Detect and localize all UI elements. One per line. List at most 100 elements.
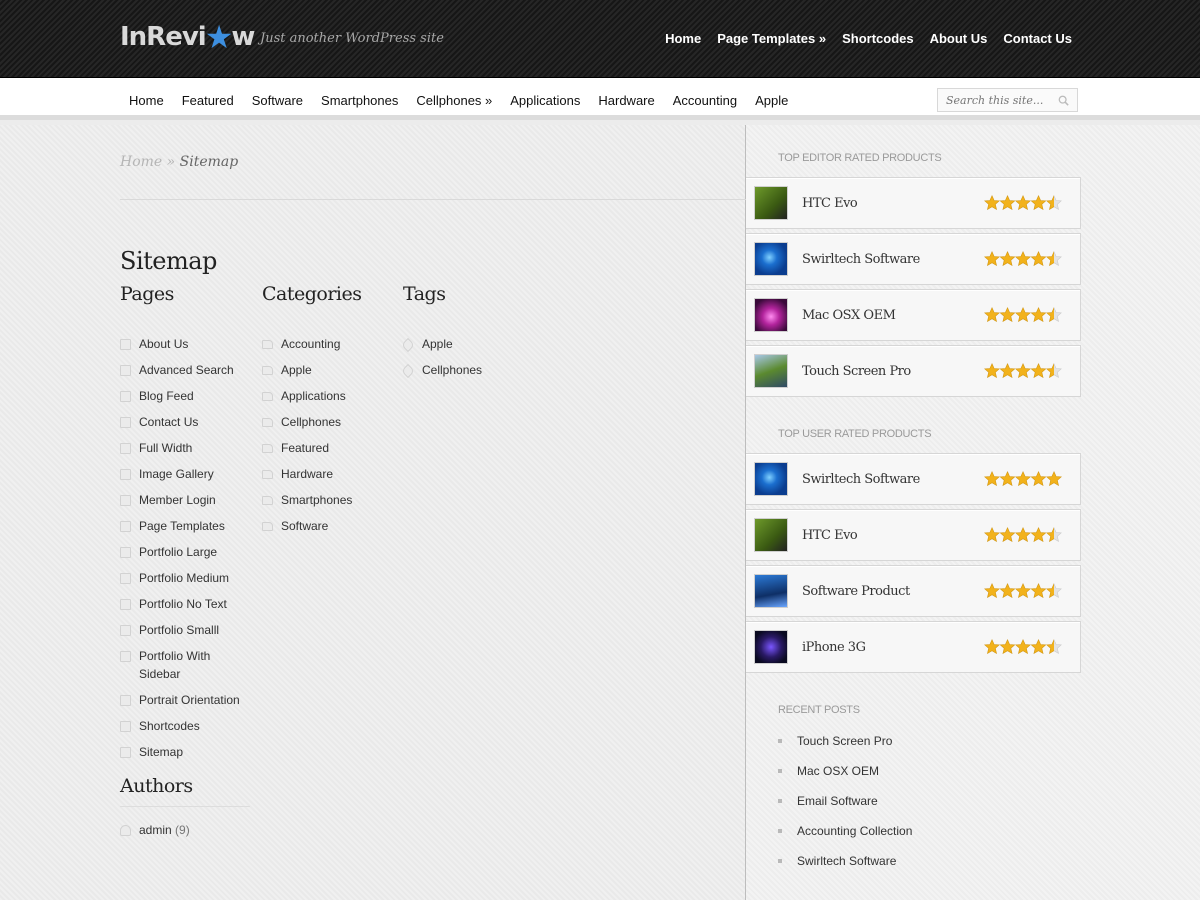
top-nav-home[interactable]: Home [665, 31, 701, 46]
categories-list: Accounting Apple Applications Cellphones Fea… [262, 335, 392, 535]
product-thumbnail[interactable] [754, 186, 788, 220]
pages-item-full-width[interactable]: Full Width [120, 439, 250, 457]
product-item-mac-osx-oem[interactable]: Mac OSX OEM [746, 289, 1081, 341]
category-nav-software[interactable]: Software [252, 93, 303, 108]
recent-post-label: Touch Screen Pro [797, 734, 893, 748]
top-nav-shortcodes[interactable]: Shortcodes [842, 31, 914, 46]
tags-heading: Tags [403, 283, 446, 305]
category-nav-cellphones[interactable]: Cellphones » [416, 93, 492, 108]
page-icon [120, 365, 131, 376]
product-thumbnail[interactable] [754, 518, 788, 552]
breadcrumb-home[interactable]: Home [120, 154, 162, 170]
page-icon [120, 469, 131, 480]
product-thumbnail[interactable] [754, 354, 788, 388]
categories-item-label: Hardware [281, 467, 334, 481]
category-nav-accounting[interactable]: Accounting [673, 93, 737, 108]
product-name[interactable]: HTC Evo [802, 196, 972, 211]
folder-icon [262, 522, 273, 531]
top-nav-contact-us[interactable]: Contact Us [1003, 31, 1072, 46]
divider [120, 199, 746, 200]
recent-post-accounting-collection[interactable]: Accounting Collection [778, 821, 912, 851]
star-icon [1030, 363, 1047, 379]
product-name[interactable]: HTC Evo [802, 528, 972, 543]
site-logo[interactable]: InRevi ★ w [120, 18, 255, 56]
category-nav-featured[interactable]: Featured [182, 93, 234, 108]
product-name[interactable]: iPhone 3G [802, 640, 972, 655]
search-icon[interactable] [1058, 94, 1069, 107]
pages-item-shortcodes[interactable]: Shortcodes [120, 717, 250, 735]
product-item-touch-screen-pro[interactable]: Touch Screen Pro [746, 345, 1081, 397]
pages-item-about-us[interactable]: About Us [120, 335, 250, 353]
product-item-htc-evo[interactable]: HTC Evo [746, 177, 1081, 229]
category-nav-home[interactable]: Home [129, 93, 164, 108]
product-name[interactable]: Software Product [802, 584, 972, 599]
star-icon [999, 195, 1016, 211]
pages-item-advanced-search[interactable]: Advanced Search [120, 361, 250, 379]
page-icon [120, 573, 131, 584]
pages-item-contact-us[interactable]: Contact Us [120, 413, 250, 431]
product-name[interactable]: Mac OSX OEM [802, 308, 972, 323]
categories-item-hardware[interactable]: Hardware [262, 465, 392, 483]
categories-item-accounting[interactable]: Accounting [262, 335, 392, 353]
star-icon [1046, 639, 1062, 655]
pages-item-label: Contact Us [139, 415, 199, 429]
search-input[interactable] [946, 93, 1054, 107]
folder-icon [262, 418, 273, 427]
top-nav-page-templates[interactable]: Page Templates » [717, 31, 826, 46]
recent-post-label: Mac OSX OEM [797, 764, 880, 778]
user-icon [120, 825, 131, 836]
categories-item-featured[interactable]: Featured [262, 439, 392, 457]
search-box [937, 88, 1078, 112]
product-item-swirltech-software[interactable]: Swirltech Software [746, 453, 1081, 505]
star-icon [984, 583, 1000, 599]
pages-item-blog-feed[interactable]: Blog Feed [120, 387, 250, 405]
categories-item-cellphones[interactable]: Cellphones [262, 413, 392, 431]
pages-item-portfolio-no-text[interactable]: Portfolio No Text [120, 595, 250, 613]
star-icon [1015, 251, 1031, 267]
pages-item-portfolio-large[interactable]: Portfolio Large [120, 543, 250, 561]
pages-item-label: Portfolio With Sidebar [139, 649, 211, 681]
recent-posts-title: Recent Posts [778, 704, 860, 716]
top-nav-about-us[interactable]: About Us [930, 31, 988, 46]
categories-item-applications[interactable]: Applications [262, 387, 392, 405]
product-thumbnail[interactable] [754, 298, 788, 332]
pages-item-portrait-orientation[interactable]: Portrait Orientation [120, 691, 250, 709]
product-thumbnail[interactable] [754, 462, 788, 496]
tags-item-apple[interactable]: Apple [400, 335, 533, 353]
category-nav-smartphones[interactable]: Smartphones [321, 93, 398, 108]
product-name[interactable]: Touch Screen Pro [802, 364, 972, 379]
pages-item-image-gallery[interactable]: Image Gallery [120, 465, 250, 483]
recent-post-email-software[interactable]: Email Software [778, 791, 912, 821]
categories-item-label: Accounting [281, 337, 341, 351]
category-nav-apple[interactable]: Apple [755, 93, 788, 108]
categories-item-apple[interactable]: Apple [262, 361, 392, 379]
category-nav-applications[interactable]: Applications [510, 93, 580, 108]
logo-star-icon: ★ [204, 18, 234, 56]
product-thumbnail[interactable] [754, 574, 788, 608]
pages-item-portfolio-smalll[interactable]: Portfolio Smalll [120, 621, 250, 639]
categories-item-smartphones[interactable]: Smartphones [262, 491, 392, 509]
product-item-swirltech-software[interactable]: Swirltech Software [746, 233, 1081, 285]
pages-item-member-login[interactable]: Member Login [120, 491, 250, 509]
product-item-iphone-3g[interactable]: iPhone 3G [746, 621, 1081, 673]
product-item-htc-evo[interactable]: HTC Evo [746, 509, 1081, 561]
product-name[interactable]: Swirltech Software [802, 252, 972, 267]
pages-item-portfolio-with-sidebar[interactable]: Portfolio With Sidebar [120, 647, 250, 683]
recent-post-swirltech-software[interactable]: Swirltech Software [778, 851, 912, 881]
product-thumbnail[interactable] [754, 630, 788, 664]
pages-item-sitemap[interactable]: Sitemap [120, 743, 250, 761]
product-item-software-product[interactable]: Software Product [746, 565, 1081, 617]
recent-post-mac-osx-oem[interactable]: Mac OSX OEM [778, 761, 912, 791]
pages-item-portfolio-medium[interactable]: Portfolio Medium [120, 569, 250, 587]
product-thumbnail[interactable] [754, 242, 788, 276]
category-nav-hardware[interactable]: Hardware [598, 93, 654, 108]
product-name[interactable]: Swirltech Software [802, 472, 972, 487]
tags-item-cellphones[interactable]: Cellphones [400, 361, 533, 379]
categories-item-software[interactable]: Software [262, 517, 392, 535]
pages-item-page-templates[interactable]: Page Templates [120, 517, 250, 535]
breadcrumb-separator: » [162, 154, 180, 170]
author-item[interactable]: admin (9) [120, 821, 250, 839]
recent-post-touch-screen-pro[interactable]: Touch Screen Pro [778, 731, 912, 761]
pages-item-label: Member Login [139, 493, 216, 507]
header-bar: InRevi ★ w Just another WordPress site Hom… [0, 0, 1200, 78]
